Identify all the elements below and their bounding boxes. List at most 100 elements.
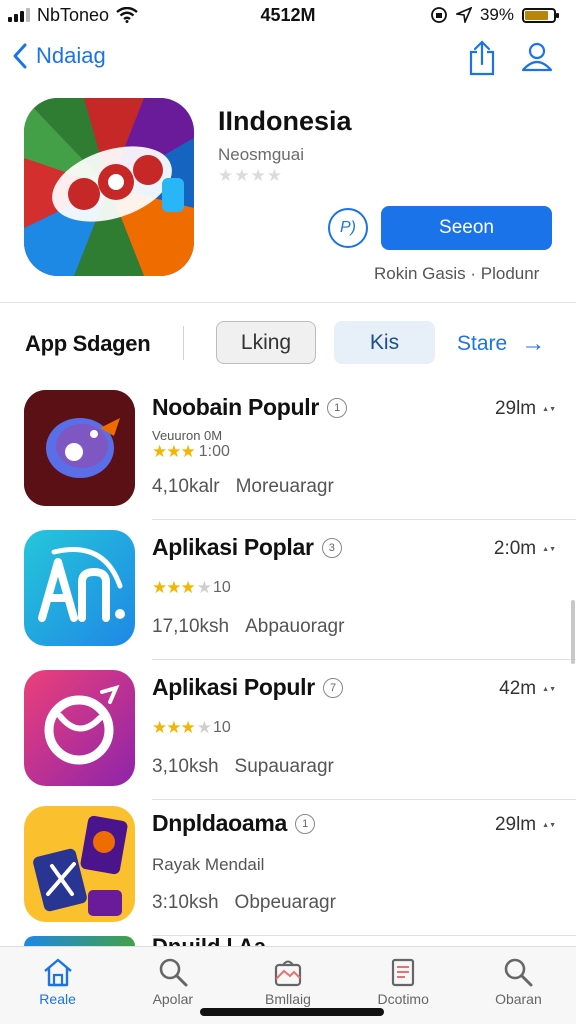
see-all-link[interactable]: Stare → (457, 330, 545, 358)
search-icon (159, 958, 188, 987)
candy-logo-icon (24, 98, 194, 276)
item-title: Aplikasi Populr 7 (152, 674, 343, 701)
item-name: Aplikasi Poplar (152, 534, 314, 560)
item-rating: ★★★ 1:00 (152, 442, 230, 462)
app-rating-stars: ★★★★ (218, 166, 283, 185)
item-meta: 3:10ksh Obpeuaragr (152, 892, 336, 914)
item-title: Aplikasi Poplar 3 (152, 534, 342, 561)
back-label: Ndaiag (36, 43, 106, 68)
arrow-right-icon: → (521, 330, 546, 357)
section-title: App Sdagen (25, 331, 151, 356)
item-meta: 4,10kalr Moreuaragr (152, 476, 334, 498)
item-subtitle: Rayak Mendail (152, 855, 265, 874)
info-icon[interactable]: 3 (321, 537, 342, 558)
star-icon: ★★★ (152, 578, 196, 597)
item-category: Obpeuaragr (234, 892, 336, 913)
item-size-value: 29lm (494, 814, 537, 835)
sort-icon: ▲▼ (542, 405, 556, 413)
status-bar: NbToneo 4512M 39% (0, 0, 576, 30)
status-left: NbToneo (8, 5, 138, 26)
star-icon: ★★★ (152, 718, 196, 737)
star-empty-icon: ★ (196, 718, 212, 737)
list-item[interactable]: Dnpldaoama 1 29lm ▲▼ Rayak Mendail 3:10k… (0, 796, 576, 936)
carrier-label: NbToneo (37, 4, 110, 25)
signal-icon (8, 8, 30, 22)
bird-app-icon (24, 390, 135, 506)
item-category: Supauaragr (234, 756, 334, 777)
item-size: 29lm ▲▼ (495, 814, 556, 836)
list-item[interactable]: Aplikasi Populr 7 42m ▲▼ ★★★ ★ 10 3,10ks… (0, 660, 576, 800)
divider (183, 326, 184, 360)
item-count: 4,10kalr (152, 476, 220, 497)
get-button[interactable]: Seeon (381, 206, 552, 250)
more-options-button[interactable]: P) (328, 208, 368, 248)
chevron-left-icon (13, 43, 27, 69)
list-item[interactable]: Aplikasi Poplar 3 2:0m ▲▼ ★★★ ★ 10 17,10… (0, 520, 576, 660)
battery-icon (522, 7, 559, 23)
tab-label: Obaran (495, 991, 542, 1007)
sort-icon: ▲▼ (542, 821, 556, 829)
item-rating: ★★★ ★ 10 (152, 718, 231, 738)
partial-app-icon (24, 936, 135, 946)
status-right: 39% (430, 5, 559, 25)
sort-icon: ▲▼ (542, 685, 556, 693)
star-empty-icon: ★ (196, 578, 212, 597)
item-name: Aplikasi Populr (152, 674, 315, 700)
item-title: Dnpldaoama 1 (152, 810, 316, 837)
item-count: 17,10ksh (152, 616, 230, 637)
item-meta: 3,10ksh Supauaragr (152, 756, 334, 778)
navigation-bar: Ndaiag (0, 36, 576, 82)
info-icon[interactable]: 1 (327, 397, 348, 418)
tab-reale[interactable]: Reale (0, 947, 115, 1024)
app-title: IIndonesia (218, 106, 352, 136)
ring-app-icon (24, 670, 135, 786)
lock-rotation-icon (431, 7, 447, 23)
info-icon[interactable]: 1 (295, 813, 316, 834)
tab-label: Bmllaig (265, 991, 311, 1007)
rating-text: 10 (212, 579, 231, 596)
cards-app-icon (24, 806, 135, 922)
app-subtitle: Neosmguai (218, 145, 304, 164)
item-size: 29lm ▲▼ (495, 398, 556, 420)
back-button[interactable]: Ndaiag (12, 42, 106, 70)
tab-label: Apolar (152, 991, 194, 1007)
battery-percent: 39% (479, 5, 514, 24)
tab-label: Reale (39, 991, 76, 1007)
store-icon (274, 960, 302, 987)
person-icon (521, 42, 553, 72)
item-size: 2:0m ▲▼ (494, 538, 556, 560)
item-rating: ★★★ ★ 10 (152, 578, 231, 598)
tab-obaran[interactable]: Obaran (461, 947, 576, 1024)
item-count: 3,10ksh (152, 756, 219, 777)
divider (0, 302, 576, 303)
list-item[interactable]: Noobain Populr 1 29lm ▲▼ Veuuron 0M ★★★ … (0, 380, 576, 520)
item-name: Dnpldaoama (152, 810, 288, 836)
document-icon (392, 958, 415, 987)
see-all-label: Stare (457, 332, 508, 355)
search-icon (505, 958, 533, 987)
home-indicator[interactable] (200, 1008, 384, 1016)
account-button[interactable] (521, 42, 553, 77)
item-size-value: 42m (499, 678, 537, 699)
item-size-value: 2:0m (493, 538, 537, 559)
partial-item-title: Dnuild l Aa (152, 936, 312, 946)
item-count: 3:10ksh (152, 892, 219, 913)
rating-text: 10 (212, 719, 231, 736)
battery-level (525, 10, 548, 20)
app-meta: Rokin Gasis · Plodunr (374, 264, 540, 283)
location-icon (455, 7, 472, 23)
item-category: Abpauoragr (245, 616, 345, 637)
filter-pill-lking[interactable]: Lking (216, 321, 316, 364)
app-icon (24, 98, 194, 276)
sort-icon: ▲▼ (542, 545, 556, 553)
item-category: Moreuaragr (235, 476, 334, 497)
item-size-value: 29lm (494, 398, 537, 419)
home-icon (43, 958, 72, 987)
scrollbar[interactable] (571, 600, 575, 664)
wifi-icon (116, 7, 138, 23)
an-app-icon (24, 530, 135, 646)
item-subtitle: Veuuron 0M (152, 428, 223, 443)
info-icon[interactable]: 7 (322, 677, 343, 698)
filter-pill-kis[interactable]: Kis (334, 321, 435, 364)
share-button[interactable] (467, 40, 497, 81)
